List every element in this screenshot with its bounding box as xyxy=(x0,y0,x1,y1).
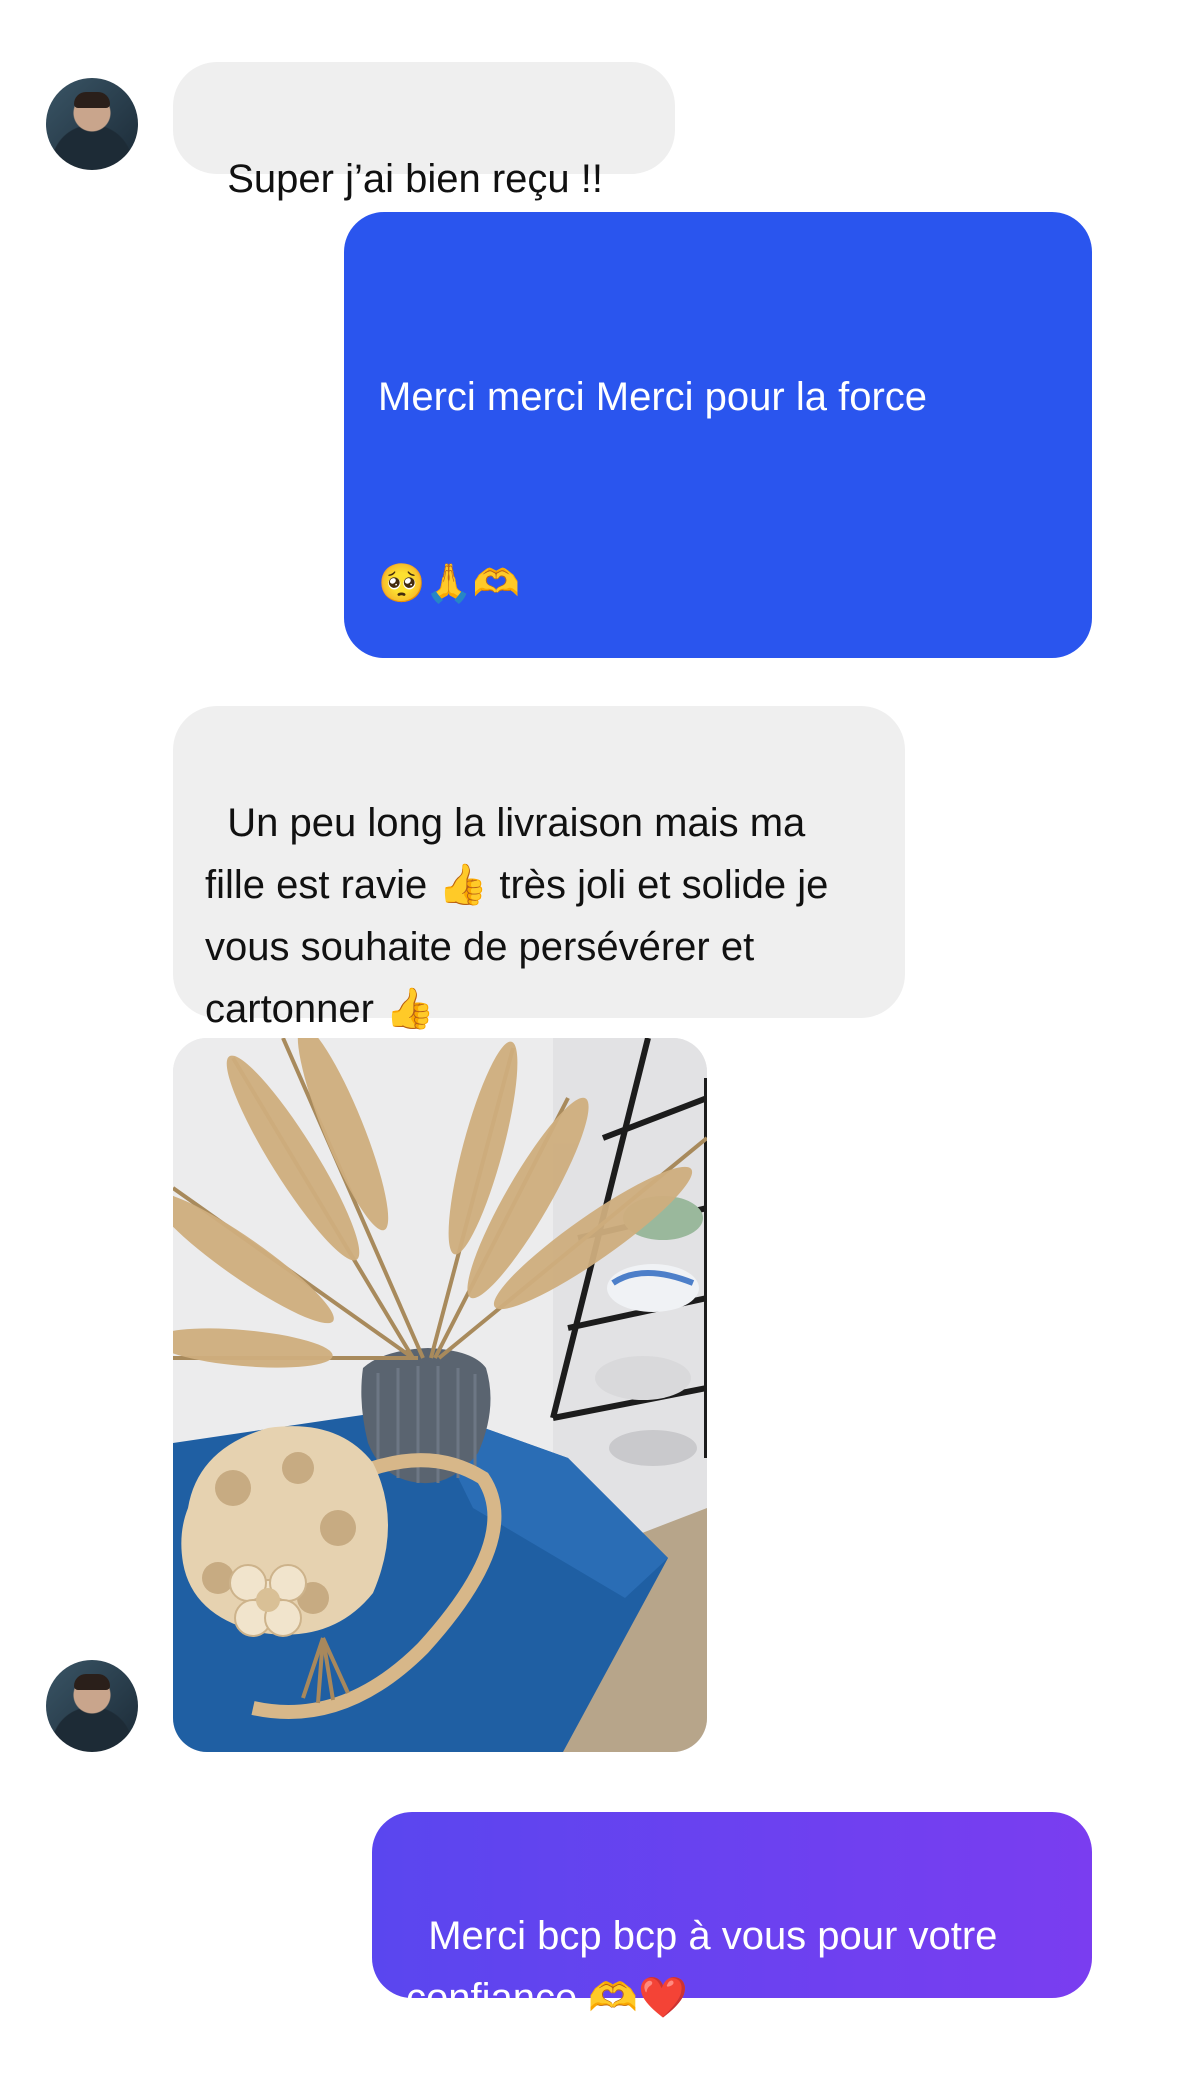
message-text: Super j’ai bien reçu !! xyxy=(227,157,603,201)
avatar-hair xyxy=(74,1674,110,1690)
contact-avatar[interactable] xyxy=(46,78,138,170)
message-text: Un peu long la livraison mais ma fille e… xyxy=(205,801,840,1031)
avatar-hair xyxy=(74,92,110,108)
photo-illustration xyxy=(173,1038,707,1752)
message-bubble-incoming[interactable]: Un peu long la livraison mais ma fille e… xyxy=(173,706,905,1031)
message-emoji: 🥺🙏🫶 xyxy=(378,561,520,605)
contact-avatar[interactable] xyxy=(46,1660,138,1752)
message-text: Merci merci Merci pour la force xyxy=(378,375,928,419)
message-text: Merci bcp bcp à vous pour votre confianc… xyxy=(406,1914,1009,2020)
message-photo[interactable] xyxy=(173,1038,707,1752)
message-bubble-outgoing[interactable]: Merci bcp bcp à vous pour votre confianc… xyxy=(372,1812,1092,2020)
message-bubble-outgoing[interactable]: Merci merci Merci pour la force 🥺🙏🫶 Supe… xyxy=(344,212,1092,1225)
message-bubble-incoming[interactable]: Super j’ai bien reçu !! xyxy=(173,62,675,201)
